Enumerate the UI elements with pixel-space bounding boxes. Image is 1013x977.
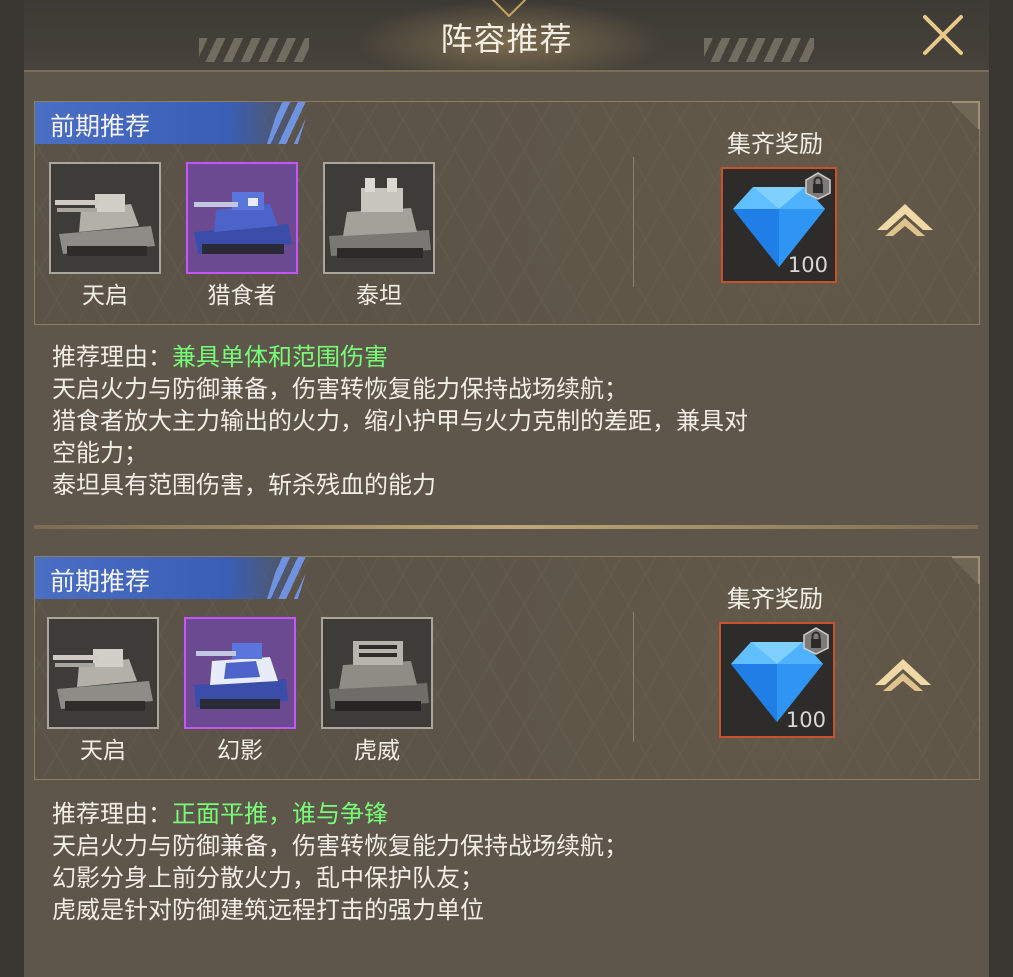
card-divider [633, 612, 634, 742]
unit-name: 虎威 [354, 738, 400, 764]
unit-portrait [47, 617, 159, 729]
reward-label: 集齐奖励 [727, 585, 823, 613]
recommend-reason-1: 推荐理由：兼具单体和范围伤害 天启火力与防御兼备，伤害转恢复能力保持战场续航； … [52, 341, 952, 501]
reason-highlight: 兼具单体和范围伤害 [172, 343, 388, 371]
lineup-card-1: 前期推荐 天启 猎食者 泰坦 集齐奖励 100 [34, 101, 980, 325]
unit-portrait [49, 162, 161, 274]
tank-icon [323, 619, 431, 727]
unit-name: 猎食者 [207, 283, 277, 309]
unit-name: 泰坦 [356, 283, 402, 309]
page-title: 阵容推荐 [440, 20, 573, 58]
reward-item[interactable]: 100 [719, 622, 835, 738]
reason-label: 推荐理由： [52, 343, 172, 371]
reason-highlight: 正面平推，谁与争锋 [172, 800, 388, 828]
reward-item[interactable]: 100 [721, 167, 837, 283]
section-separator [34, 525, 978, 529]
unit-slot-huwei[interactable]: 虎威 [321, 617, 433, 765]
reason-line: 幻影分身上前分散火力，乱中保护队友； [52, 864, 484, 892]
reward-label: 集齐奖励 [727, 130, 823, 158]
chevron-up-icon[interactable] [875, 200, 935, 240]
reason-line: 空能力； [52, 439, 148, 467]
lineup-tag-label: 前期推荐 [50, 567, 151, 596]
close-icon[interactable] [920, 12, 966, 58]
unit-slot-tianqi[interactable]: 天启 [49, 162, 161, 310]
reason-label: 推荐理由： [52, 800, 172, 828]
panel-header: 阵容推荐 [24, 0, 989, 72]
lineup-card-2: 前期推荐 天启 幻影 虎威 集齐奖励 100 [34, 556, 980, 780]
lineup-recommend-panel: 阵容推荐 前期推荐 天启 猎食者 泰坦 集齐奖励 100 推荐理由：兼具单体和范… [24, 0, 989, 977]
tank-icon [51, 164, 159, 272]
reason-heading: 推荐理由：兼具单体和范围伤害 [52, 341, 952, 373]
card-corner [952, 101, 980, 129]
reason-line: 泰坦具有范围伤害，斩杀残血的能力 [52, 471, 436, 499]
tank-icon [186, 619, 294, 727]
card-divider [633, 157, 634, 287]
lock-icon [803, 627, 829, 655]
unit-slot-lieshizhe[interactable]: 猎食者 [186, 162, 298, 310]
unit-portrait [184, 617, 296, 729]
unit-name: 天启 [82, 283, 128, 309]
reward-count: 100 [785, 708, 826, 732]
reward-count: 100 [787, 253, 828, 277]
reason-line: 猎食者放大主力输出的火力，缩小护甲与火力克制的差距，兼具对 [52, 407, 748, 435]
unit-slot-tianqi[interactable]: 天启 [47, 617, 159, 765]
card-corner [952, 556, 980, 584]
unit-portrait [321, 617, 433, 729]
unit-portrait [186, 162, 298, 274]
lock-icon [805, 172, 831, 200]
reason-heading: 推荐理由：正面平推，谁与争锋 [52, 798, 952, 830]
right-backdrop [989, 0, 1013, 977]
reason-line: 天启火力与防御兼备，伤害转恢复能力保持战场续航； [52, 832, 628, 860]
unit-name: 天启 [80, 738, 126, 764]
reason-line: 天启火力与防御兼备，伤害转恢复能力保持战场续航； [52, 375, 628, 403]
unit-slot-taitan[interactable]: 泰坦 [323, 162, 435, 310]
lineup-tag-label: 前期推荐 [50, 112, 151, 141]
unit-slot-huanying[interactable]: 幻影 [184, 617, 296, 765]
left-backdrop [0, 0, 24, 977]
chevron-up-icon[interactable] [873, 655, 933, 695]
unit-name: 幻影 [217, 738, 263, 764]
tank-icon [188, 164, 296, 272]
tank-icon [325, 164, 433, 272]
reason-line: 虎威是针对防御建筑远程打击的强力单位 [52, 896, 484, 924]
unit-portrait [323, 162, 435, 274]
recommend-reason-2: 推荐理由：正面平推，谁与争锋 天启火力与防御兼备，伤害转恢复能力保持战场续航； … [52, 798, 952, 926]
tank-icon [49, 619, 157, 727]
